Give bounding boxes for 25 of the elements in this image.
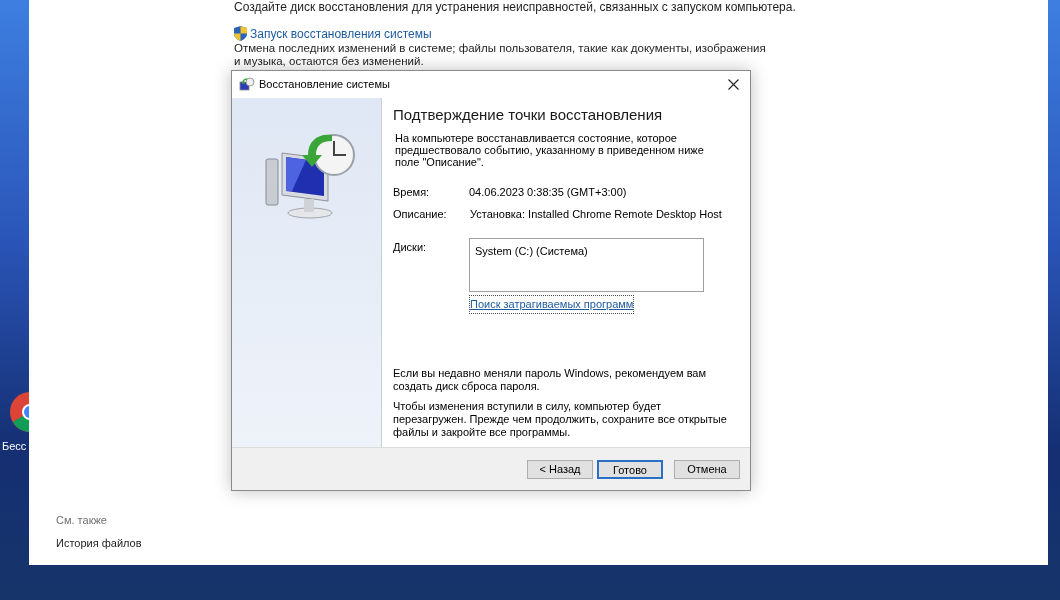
note-text: Чтобы изменения вступили в силу, компьютер будет перезагружен. Прежде чем продолжить, сохраните все открытые файлы и закройте все программы. xyxy=(393,400,728,439)
field-value: 04.06.2023 0:38:35 (GMT+3:00) xyxy=(469,185,627,200)
dialog-title: Восстановление системы xyxy=(259,77,391,93)
field-value: Установка: Installed Chrome Remote Desktop Host xyxy=(469,206,722,222)
shield-icon xyxy=(234,26,247,41)
dialog-heading: Подтверждение точки восстановления xyxy=(393,106,664,124)
see-also-heading: См. также xyxy=(56,513,108,528)
affected-programs-link[interactable]: Поиск затрагиваемых программ xyxy=(469,295,635,314)
dialog-button[interactable]: Готово xyxy=(597,459,663,479)
dialog-button[interactable]: Отмена xyxy=(674,459,740,479)
drives-list[interactable]: System (C:) (Система) xyxy=(469,238,704,292)
dialog-button[interactable]: < Назад xyxy=(527,459,593,479)
see-also-link[interactable]: История файлов xyxy=(56,534,142,551)
restore-link[interactable]: Запуск восстановления системы xyxy=(250,26,432,41)
app-icon xyxy=(239,76,255,93)
link-description: Отмена последних изменений в системе; файлы пользователя, такие как документы, изображения и музыка, остаются без изменений. xyxy=(234,42,767,68)
drives-label: Диски: xyxy=(393,240,428,255)
intro-text: Создайте диск восстановления для устранения неисправностей, связанных с запуском компьютера. xyxy=(234,0,797,14)
field-label: Описание: xyxy=(393,206,448,222)
field-label: Время: xyxy=(393,185,431,200)
note-text: Если вы недавно меняли пароль Windows, рекомендуем вам создать диск сброса пароля. xyxy=(393,367,708,393)
icon-label[interactable]: Бесс xyxy=(0,440,27,452)
drive-item[interactable]: System (C:) (Система) xyxy=(475,243,698,260)
close-icon xyxy=(727,79,739,90)
dialog-description: На компьютере восстанавливается состояние, которое предшествовало событию, указанному в приведенном ниже поле "Описание". xyxy=(394,132,705,168)
